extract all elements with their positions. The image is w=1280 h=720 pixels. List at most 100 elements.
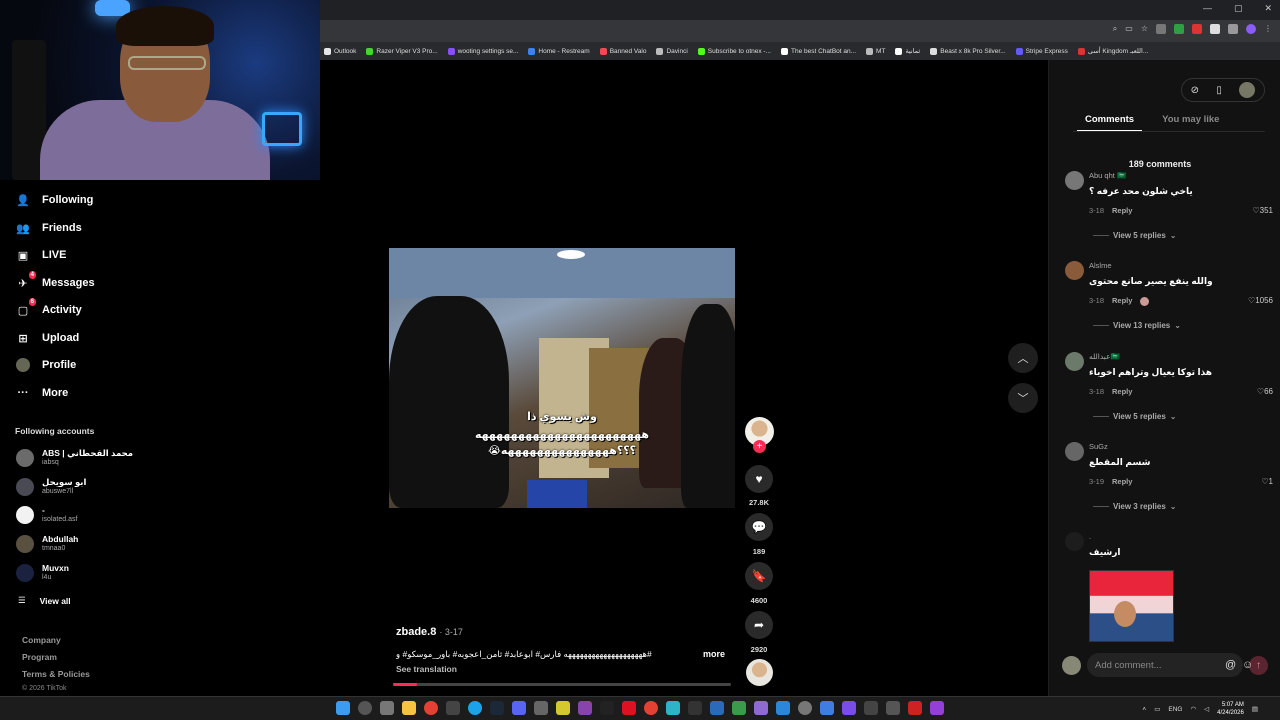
tab-comments[interactable]: Comments bbox=[1077, 114, 1143, 132]
maximize-icon[interactable]: ▢ bbox=[1234, 3, 1243, 14]
app-icon[interactable] bbox=[732, 701, 746, 715]
comment-image[interactable] bbox=[1089, 570, 1174, 642]
mention-icon[interactable]: @ bbox=[1225, 659, 1236, 671]
bookmark-item[interactable]: Razer Viper V3 Pro... bbox=[366, 47, 438, 55]
previous-video-button[interactable]: ︿ bbox=[1008, 343, 1038, 373]
app-icon[interactable] bbox=[534, 701, 548, 715]
emoji-icon[interactable]: ☺ bbox=[1242, 659, 1253, 671]
following-account[interactable]: Abdullah tmnaa0 bbox=[16, 534, 78, 553]
app-icon[interactable] bbox=[908, 701, 922, 715]
menu-dots-icon[interactable]: ⋮ bbox=[1264, 24, 1272, 34]
tab-you-may-like[interactable]: You may like bbox=[1162, 114, 1219, 132]
close-icon[interactable]: ✕ bbox=[1264, 3, 1272, 14]
app-icon[interactable] bbox=[446, 701, 460, 715]
notification-icon[interactable]: ▤ bbox=[1252, 705, 1258, 713]
chrome-icon[interactable] bbox=[424, 701, 438, 715]
reply-button[interactable]: Reply bbox=[1112, 387, 1132, 396]
sidebar-item-messages[interactable]: ✈ 4 Messages bbox=[16, 271, 95, 290]
comment-username[interactable]: SuGz bbox=[1089, 442, 1108, 451]
extension-icon[interactable] bbox=[1192, 24, 1202, 34]
comment-button[interactable]: 💬 bbox=[745, 513, 773, 541]
bookmark-item[interactable]: Beast x 8k Pro Silver... bbox=[930, 47, 1006, 55]
view-replies-button[interactable]: View 3 replies ⌄ bbox=[1093, 502, 1176, 511]
app-icon[interactable] bbox=[930, 701, 944, 715]
share-button[interactable]: ➦ bbox=[745, 611, 773, 639]
app-icon[interactable] bbox=[776, 701, 790, 715]
save-button[interactable]: 🔖 bbox=[745, 562, 773, 590]
user-avatar[interactable] bbox=[1239, 82, 1256, 98]
app-icon[interactable] bbox=[578, 701, 592, 715]
comment-username[interactable]: Abu qht 🇸🇦 bbox=[1089, 171, 1126, 180]
app-icon[interactable] bbox=[688, 701, 702, 715]
app-icon[interactable] bbox=[666, 701, 680, 715]
like-button[interactable]: ♥ bbox=[745, 465, 773, 493]
following-account[interactable]: ابو سويحل abuswe7ll bbox=[16, 477, 86, 496]
footer-company[interactable]: Company bbox=[22, 635, 61, 645]
see-translation-link[interactable]: See translation bbox=[396, 664, 457, 674]
cast-icon[interactable]: ▭ bbox=[1125, 24, 1133, 34]
video-player[interactable]: وش يسوي ذا هههههههههههههههههههههههه 😭؟؟؟… bbox=[389, 248, 735, 508]
bookmark-item[interactable]: أسى Kingdom اللعبـ... bbox=[1077, 47, 1148, 55]
sidebar-item-following[interactable]: 👤 Following bbox=[16, 193, 93, 207]
avatar[interactable] bbox=[1065, 171, 1084, 190]
avatar[interactable] bbox=[1065, 532, 1084, 551]
music-disc-icon[interactable] bbox=[746, 659, 773, 686]
discord-icon[interactable] bbox=[512, 701, 526, 715]
view-replies-button[interactable]: View 5 replies ⌄ bbox=[1093, 231, 1176, 240]
avatar[interactable] bbox=[1065, 442, 1084, 461]
comment-like[interactable]: ♡66 bbox=[1257, 387, 1273, 396]
bookmark-item[interactable]: Stripe Express bbox=[1015, 47, 1068, 55]
profile-avatar-icon[interactable] bbox=[1246, 24, 1256, 34]
extension-icon[interactable] bbox=[1228, 24, 1238, 34]
avatar[interactable] bbox=[1065, 261, 1084, 280]
steam-icon[interactable] bbox=[490, 701, 504, 715]
extension-icon[interactable] bbox=[1210, 24, 1220, 34]
bookmark-item[interactable]: The best ChatBot an... bbox=[781, 47, 856, 55]
follow-plus-icon[interactable]: + bbox=[753, 440, 766, 453]
search-icon[interactable] bbox=[358, 701, 372, 715]
video-author[interactable]: zbade.8 · 3-17 bbox=[396, 626, 463, 638]
sidebar-item-profile[interactable]: Profile bbox=[16, 358, 76, 372]
settings-icon[interactable] bbox=[798, 701, 812, 715]
sidebar-item-more[interactable]: ··· More bbox=[16, 386, 69, 400]
bookmark-item[interactable]: Banned Valo bbox=[599, 47, 646, 55]
comment-username[interactable]: Alslme bbox=[1089, 261, 1112, 270]
video-progress-bar[interactable] bbox=[393, 683, 731, 686]
comment-like[interactable]: ♡1056 bbox=[1248, 296, 1273, 305]
app-icon[interactable] bbox=[820, 701, 834, 715]
comment-like[interactable]: ♡1 bbox=[1261, 477, 1273, 486]
bookmark-item[interactable]: Home - Restream bbox=[528, 47, 590, 55]
app-icon[interactable] bbox=[864, 701, 878, 715]
wifi-icon[interactable]: ◠ bbox=[1190, 705, 1196, 713]
bookmark-item[interactable]: Subscribe to otnex -... bbox=[697, 47, 771, 55]
view-replies-button[interactable]: View 13 replies ⌄ bbox=[1093, 321, 1181, 330]
app-icon[interactable] bbox=[754, 701, 768, 715]
sidebar-item-upload[interactable]: ⊞ Upload bbox=[16, 331, 79, 345]
sidebar-item-activity[interactable]: ▢ 6 Activity bbox=[16, 298, 82, 317]
comment-like[interactable]: ♡351 bbox=[1252, 206, 1273, 215]
chrome-icon[interactable] bbox=[644, 701, 658, 715]
app-icon[interactable] bbox=[556, 701, 570, 715]
app-icon[interactable] bbox=[600, 701, 614, 715]
footer-program[interactable]: Program bbox=[22, 652, 57, 662]
bookmark-item[interactable]: Outlook bbox=[324, 47, 356, 55]
following-account[interactable]: Muvxn l4u bbox=[16, 563, 69, 582]
edge-icon[interactable] bbox=[468, 701, 482, 715]
file-explorer-icon[interactable] bbox=[402, 701, 416, 715]
task-view-icon[interactable] bbox=[380, 701, 394, 715]
app-icon[interactable] bbox=[842, 701, 856, 715]
avatar[interactable] bbox=[1065, 352, 1084, 371]
star-icon[interactable]: ☆ bbox=[1141, 24, 1148, 34]
app-icon[interactable] bbox=[710, 701, 724, 715]
bookmark-item[interactable]: MT bbox=[866, 47, 885, 55]
more-button[interactable]: more bbox=[703, 649, 725, 659]
bookmark-item[interactable]: Davinci bbox=[656, 47, 688, 55]
comment-username[interactable]: عبدالله🇸🇦 bbox=[1089, 352, 1120, 361]
following-account[interactable]: ABS | محمد القحطاني iabsq bbox=[16, 448, 133, 467]
view-replies-button[interactable]: View 5 replies ⌄ bbox=[1093, 412, 1176, 421]
sidebar-item-live[interactable]: ▣ LIVE bbox=[16, 248, 67, 262]
zoom-icon[interactable]: ⌕ bbox=[1113, 24, 1117, 34]
minimize-icon[interactable]: — bbox=[1203, 3, 1212, 14]
compass-icon[interactable]: ⊘ bbox=[1191, 85, 1199, 96]
extension-icon[interactable] bbox=[1156, 24, 1166, 34]
